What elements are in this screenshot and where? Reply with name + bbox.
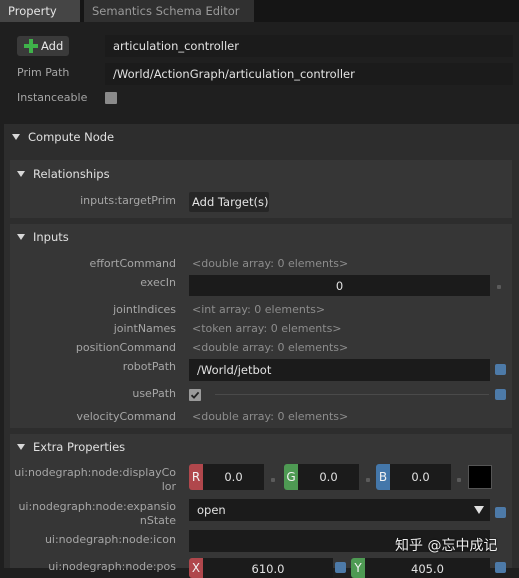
display-color-label: ui:nodegraph:node:displayCo lor [10,466,176,494]
effort-command-value: <double array: 0 elements> [192,257,349,270]
exec-in-field[interactable]: 0 [189,275,490,296]
plus-icon [24,39,38,53]
node-pos-label: ui:nodegraph:node:pos [48,560,176,573]
exec-in-value: 0 [335,279,344,293]
node-icon-label: ui:nodegraph:node:icon [44,533,176,546]
joint-indices-value: <int array: 0 elements> [192,303,326,316]
inputs-header[interactable]: Inputs [17,230,69,244]
prim-path-field[interactable]: /World/ActionGraph/articulation_controll… [105,63,513,85]
expansion-state-value: open [197,503,226,517]
robot-path-field[interactable]: /World/jetbot [189,359,490,381]
prim-name-field[interactable]: articulation_controller [105,35,513,57]
add-button-label: Add [41,39,64,53]
expansion-state-label-line-2: nState [139,514,176,527]
velocity-command-value: <double array: 0 elements> [192,410,349,423]
checkmark-icon [190,391,200,399]
color-g-default-dot[interactable] [366,478,370,482]
exec-in-label: execIn [140,276,176,289]
extra-properties-header[interactable]: Extra Properties [17,440,125,454]
use-path-label: usePath [132,387,176,400]
add-button[interactable]: Add [17,36,69,56]
color-swatch[interactable] [468,465,492,489]
dropdown-arrow-icon [474,506,484,514]
position-command-value: <double array: 0 elements> [192,341,349,354]
joint-names-label: jointNames [113,322,176,335]
collapse-triangle-icon [17,171,25,177]
color-r-default-dot[interactable] [271,478,275,482]
color-g-value: 0.0 [319,470,338,484]
add-targets-button[interactable]: Add Target(s) [189,192,269,212]
pos-x-field[interactable]: 610.0 [203,558,333,578]
effort-command-label: effortCommand [89,257,176,270]
tab-semantics-schema-editor[interactable]: Semantics Schema Editor [84,0,254,22]
exec-in-default-dot[interactable] [497,285,501,289]
use-path-divider [215,394,489,395]
instanceable-checkbox[interactable] [105,92,117,104]
inputs-title: Inputs [33,230,69,244]
watermark: 知乎 @忘中成记 [395,538,498,554]
tab-property[interactable]: Property [0,0,80,22]
expansion-state-dropdown[interactable]: open [189,499,490,521]
color-b-field[interactable]: 0.0 [390,464,451,490]
velocity-command-label: velocityCommand [76,410,176,423]
color-g-field[interactable]: 0.0 [298,464,359,490]
position-command-label: positionCommand [75,341,176,354]
joint-names-value: <token array: 0 elements> [192,322,342,335]
expansion-state-label: ui:nodegraph:node:expansio nState [10,500,176,528]
target-prim-label: inputs:targetPrim [80,194,176,207]
display-color-label-line-2: lor [161,480,176,493]
color-b-value: 0.0 [411,470,430,484]
robot-path-label: robotPath [122,360,176,373]
relationships-title: Relationships [33,167,110,181]
pos-x-chip: X [189,558,203,578]
color-r-value: 0.0 [224,470,243,484]
use-path-checkbox[interactable] [189,389,201,401]
pos-y-value: 405.0 [411,562,444,576]
robot-path-override-square[interactable] [495,364,506,375]
collapse-triangle-icon [17,444,25,450]
color-b-default-dot[interactable] [457,478,461,482]
expansion-state-label-line-1: ui:nodegraph:node:expansio [18,500,176,513]
pos-y-chip: Y [351,558,365,578]
relationships-header[interactable]: Relationships [17,167,110,181]
extra-properties-title: Extra Properties [33,440,126,454]
display-color-label-line-1: ui:nodegraph:node:displayCo [14,466,176,479]
color-r-field[interactable]: 0.0 [203,464,264,490]
pos-x-value: 610.0 [251,562,285,576]
expansion-state-override-square[interactable] [495,507,506,518]
compute-node-title: Compute Node [28,130,115,144]
collapse-triangle-icon [17,234,25,240]
tab-bar: Property Semantics Schema Editor [0,0,519,22]
color-g-chip: G [284,464,298,490]
use-path-override-square[interactable] [495,389,506,400]
color-r-chip: R [189,464,203,490]
collapse-triangle-icon [12,134,20,140]
add-targets-label: Add Target(s) [192,195,269,209]
color-b-chip: B [376,464,390,490]
prim-path-label: Prim Path [17,66,70,79]
pos-y-field[interactable]: 405.0 [365,558,490,578]
instanceable-label: Instanceable [17,91,88,104]
compute-node-header[interactable]: Compute Node [12,130,114,144]
joint-indices-label: jointIndices [113,303,176,316]
